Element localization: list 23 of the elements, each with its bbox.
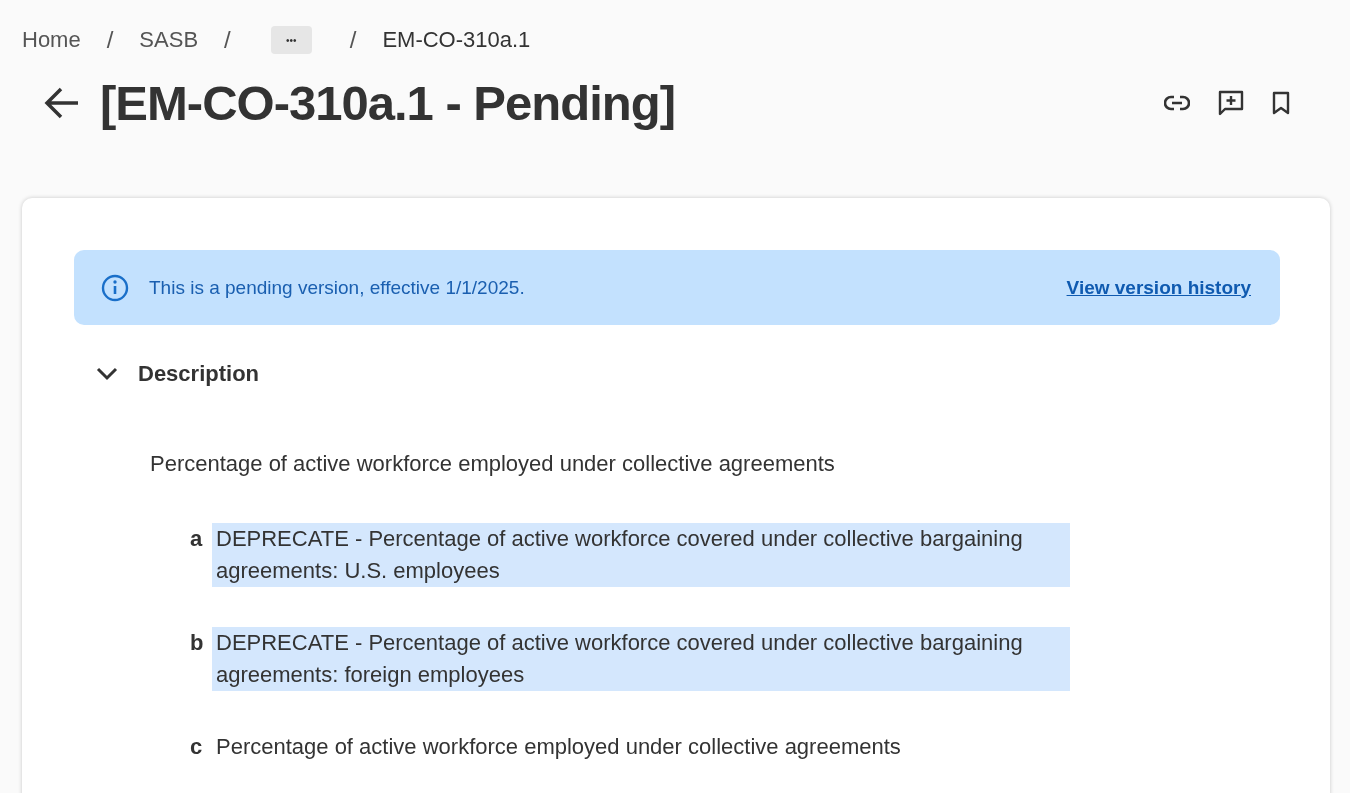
chevron-icon (96, 367, 118, 381)
item-letter: c (190, 733, 204, 761)
bookmark-icon[interactable] (1272, 91, 1290, 115)
breadcrumb-link[interactable]: Home (22, 27, 81, 53)
version-history-link[interactable]: View version history (1066, 276, 1251, 299)
section-toggle[interactable]: Description (96, 361, 260, 387)
banner-message: This is a pending version, effective 1/1/2025. (149, 276, 525, 299)
item-text: DEPRECATE - Percentage of active workforce covered under collective bargaining agreements: foreign employees (212, 627, 1070, 691)
breadcrumb-separator: / (106, 26, 114, 54)
item-letter: a (190, 525, 204, 553)
more-breadcrumbs-button[interactable]: ••• (270, 26, 312, 54)
item-letter: b (190, 629, 205, 657)
add-comment-icon[interactable] (1218, 90, 1244, 116)
info-icon (101, 273, 129, 302)
breadcrumb-separator: / (224, 26, 231, 54)
description-text: Percentage of active workforce employed under collective agreements (150, 451, 836, 477)
item-text: Percentage of active workforce employed under collective agreements (215, 733, 902, 761)
breadcrumb-separator: / (349, 26, 357, 54)
item-text: DEPRECATE - Percentage of active workforce covered under collective bargaining agreements: U.S. employees (212, 523, 1070, 587)
breadcrumb-link[interactable]: SASB (139, 27, 199, 53)
breadcrumb-current: EM-CO-310a.1 (382, 27, 531, 53)
link-icon[interactable] (1164, 95, 1190, 111)
page-title: [EM-CO-310a.1 - Pending] (100, 75, 675, 131)
